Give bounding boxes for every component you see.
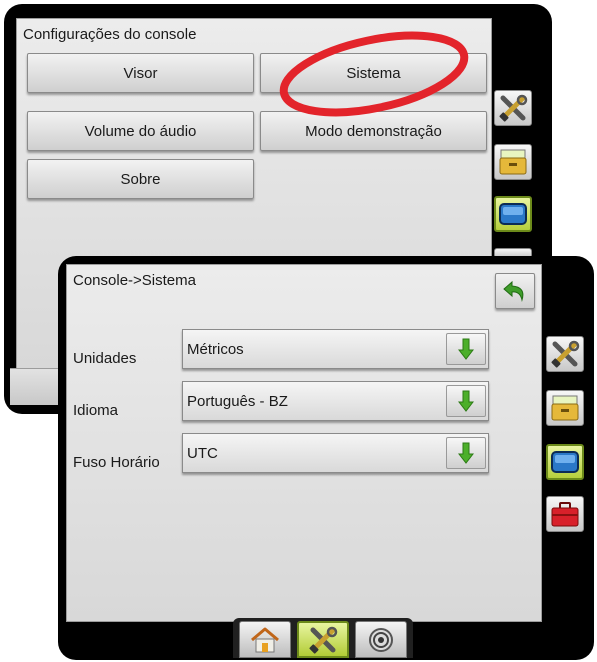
tools-icon: [309, 626, 338, 654]
display-button[interactable]: Visor: [27, 53, 254, 93]
side-tab-data[interactable]: [494, 144, 532, 180]
console-display-icon: [499, 203, 527, 225]
side-tab-console[interactable]: [546, 444, 584, 480]
language-label: Idioma: [73, 402, 119, 419]
units-label: Unidades: [73, 350, 137, 367]
tools-icon: [499, 94, 528, 122]
gnss-icon: [369, 627, 393, 652]
bottom-tab-home[interactable]: [239, 621, 291, 658]
timezone-label: Fuso Horário: [73, 454, 160, 471]
units-dropdown-button[interactable]: [446, 333, 486, 365]
audio-volume-button[interactable]: Volume do áudio: [27, 111, 254, 151]
language-dropdown[interactable]: Português - BZ: [182, 381, 489, 421]
side-tab-tools[interactable]: [546, 336, 584, 372]
bottom-tab-tools[interactable]: [297, 621, 349, 658]
highlight-ellipse: [279, 31, 469, 117]
page-title: Configurações do console: [23, 26, 197, 43]
console-display-icon: [551, 451, 579, 473]
arrow-down-icon: [458, 442, 474, 464]
timezone-value: UTC: [187, 445, 218, 462]
toolbox-icon: [551, 502, 579, 527]
side-tab-data[interactable]: [546, 390, 584, 426]
bottom-tab-gnss[interactable]: [355, 621, 407, 658]
system-settings-screen: Console->Sistema Unidades Métricos Idiom…: [58, 256, 594, 660]
system-settings-panel: Console->Sistema Unidades Métricos Idiom…: [66, 264, 542, 622]
tools-icon: [551, 340, 580, 368]
page-title: Console->Sistema: [73, 272, 196, 289]
side-tab-toolbox[interactable]: [546, 496, 584, 532]
arrow-down-icon: [458, 338, 474, 360]
units-dropdown[interactable]: Métricos: [182, 329, 489, 369]
timezone-dropdown-button[interactable]: [446, 437, 486, 469]
back-button[interactable]: [495, 273, 535, 309]
home-icon: [251, 627, 279, 652]
units-value: Métricos: [187, 341, 244, 358]
data-drawer-icon: [499, 149, 527, 175]
language-dropdown-button[interactable]: [446, 385, 486, 417]
back-arrow-icon: [503, 280, 524, 302]
arrow-down-icon: [458, 390, 474, 412]
about-button[interactable]: Sobre: [27, 159, 254, 199]
data-drawer-icon: [551, 395, 579, 421]
side-tab-tools[interactable]: [494, 90, 532, 126]
language-value: Português - BZ: [187, 393, 288, 410]
bottom-nav: [233, 618, 413, 658]
side-tab-console[interactable]: [494, 196, 532, 232]
timezone-dropdown[interactable]: UTC: [182, 433, 489, 473]
